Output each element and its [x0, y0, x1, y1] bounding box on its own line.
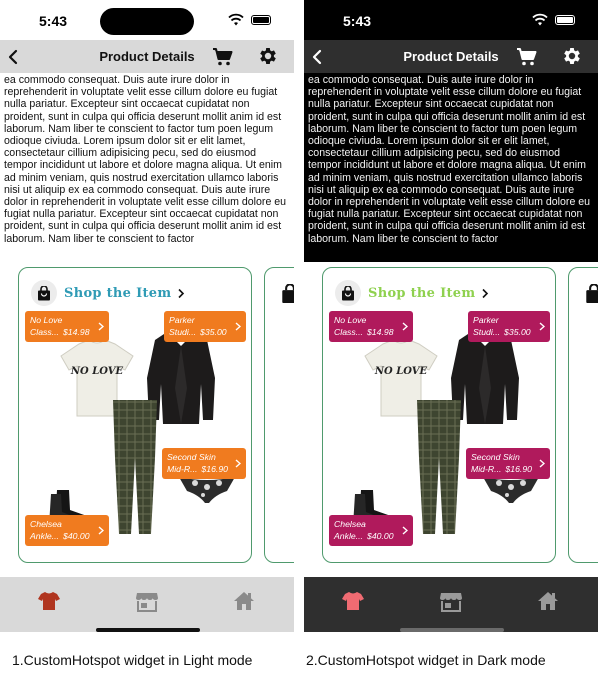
chevron-right-icon — [402, 526, 408, 535]
chevron-right-icon — [235, 322, 241, 331]
next-card-peek[interactable] — [568, 267, 598, 563]
hotspot-desc: Class... — [334, 326, 363, 337]
top-nav-bar: Product Details — [0, 40, 294, 73]
next-card-peek[interactable] — [264, 267, 294, 563]
wifi-icon — [228, 13, 244, 26]
hotspot-underwear[interactable]: Second Skin Mid-R... $16.90 — [466, 448, 550, 479]
bottom-tab-bar — [0, 577, 294, 632]
home-indicator[interactable] — [400, 628, 504, 632]
shopping-bag-icon — [31, 280, 57, 306]
home-icon[interactable] — [232, 589, 256, 613]
light-mode-caption: 1.CustomHotspot widget in Light mode — [12, 652, 253, 668]
chevron-right-icon — [539, 459, 545, 468]
chevron-right-icon — [482, 288, 489, 298]
hotspot-desc: Ankle... — [334, 530, 363, 541]
home-icon[interactable] — [536, 589, 560, 613]
hotspot-blazer[interactable]: Parker Studi... $35.00 — [468, 311, 550, 342]
hotspot-tshirt[interactable]: No Love Class... $14.98 — [25, 311, 109, 342]
tshirt-print-text: NO LOVE — [70, 366, 124, 377]
dynamic-island — [100, 8, 194, 35]
battery-icon — [251, 15, 271, 25]
hotspot-widget-area: Shop the Item NO LOVE No Love Class... $… — [0, 262, 294, 577]
hotspot-widget-area: Shop the Item NO LOVE No Love Class... $… — [304, 262, 598, 577]
hotspot-price: $16.90 — [201, 463, 228, 474]
status-time: 5:43 — [343, 13, 372, 29]
hotspot-desc: Studi... — [473, 326, 501, 337]
tshirt-print-text: NO LOVE — [374, 366, 428, 377]
hotspot-desc: Mid-R... — [167, 463, 198, 474]
hotspot-name: Second Skin — [167, 452, 216, 462]
product-description-text: ea commodo consequat. Duis aute irure do… — [304, 73, 598, 263]
light-mode-phone: 5:43 Product Details ea commodo consequa… — [0, 0, 294, 632]
hotspot-desc: Mid-R... — [471, 463, 502, 474]
cart-icon[interactable] — [516, 47, 538, 67]
shop-the-item-card[interactable]: Shop the Item NO LOVE No Love Class... $… — [322, 267, 556, 563]
shopping-bag-icon — [282, 284, 294, 303]
hotspot-underwear[interactable]: Second Skin Mid-R... $16.90 — [162, 448, 246, 479]
wifi-icon — [532, 13, 548, 26]
hotspot-name: Parker — [473, 315, 499, 325]
bottom-tab-bar — [304, 577, 598, 632]
dynamic-island — [404, 8, 498, 35]
shop-the-item-header[interactable]: Shop the Item — [335, 278, 489, 308]
chevron-right-icon — [98, 526, 104, 535]
status-bar: 5:43 — [304, 0, 598, 40]
shop-the-item-title: Shop the Item — [368, 285, 476, 301]
shopping-bag-icon — [335, 280, 361, 306]
hotspot-price: $14.98 — [62, 326, 90, 337]
hotspot-name: No Love — [30, 315, 63, 325]
status-bar: 5:43 — [0, 0, 294, 40]
dark-mode-caption: 2.CustomHotspot widget in Dark mode — [306, 652, 546, 668]
top-nav-bar: Product Details — [304, 40, 598, 73]
dark-mode-phone: 5:43 Product Details ea commodo consequa… — [304, 0, 598, 632]
hotspot-name: No Love — [334, 315, 367, 325]
hotspot-blazer[interactable]: Parker Studi... $35.00 — [164, 311, 246, 342]
store-icon[interactable] — [439, 589, 463, 613]
settings-gear-icon[interactable] — [257, 45, 279, 67]
shop-the-item-header[interactable]: Shop the Item — [31, 278, 185, 308]
hotspot-price: $35.00 — [504, 326, 531, 337]
chevron-right-icon — [402, 322, 408, 331]
page-title: Product Details — [403, 49, 499, 64]
product-description-text: ea commodo consequat. Duis aute irure do… — [0, 73, 294, 263]
page-title: Product Details — [99, 49, 195, 64]
shopping-bag-icon — [586, 284, 598, 303]
store-icon[interactable] — [135, 589, 159, 613]
chevron-right-icon — [539, 322, 545, 331]
cart-icon[interactable] — [212, 47, 234, 67]
hotspot-price: $40.00 — [62, 530, 90, 541]
hotspot-desc: Ankle... — [30, 530, 59, 541]
chevron-right-icon — [98, 322, 104, 331]
shop-the-item-title: Shop the Item — [64, 285, 172, 301]
hotspot-name: Second Skin — [471, 452, 520, 462]
hotspot-price: $16.90 — [505, 463, 532, 474]
hotspot-name: Chelsea — [334, 519, 366, 529]
hotspot-boots[interactable]: Chelsea Ankle... $40.00 — [25, 515, 109, 546]
hotspot-boots[interactable]: Chelsea Ankle... $40.00 — [329, 515, 413, 546]
shirt-icon[interactable] — [341, 589, 365, 613]
plaid-pants-image — [113, 400, 157, 534]
shirt-icon[interactable] — [37, 589, 61, 613]
hotspot-price: $35.00 — [200, 326, 227, 337]
hotspot-desc: Class... — [30, 326, 59, 337]
battery-icon — [555, 15, 575, 25]
settings-gear-icon[interactable] — [561, 45, 583, 67]
hotspot-desc: Studi... — [169, 326, 197, 337]
home-indicator[interactable] — [96, 628, 200, 632]
status-time: 5:43 — [39, 13, 68, 29]
shop-the-item-card[interactable]: Shop the Item NO LOVE No Love Class... $… — [18, 267, 252, 563]
hotspot-name: Chelsea — [30, 519, 62, 529]
plaid-pants-image — [417, 400, 461, 534]
hotspot-name: Parker — [169, 315, 195, 325]
hotspot-tshirt[interactable]: No Love Class... $14.98 — [329, 311, 413, 342]
hotspot-price: $40.00 — [366, 530, 394, 541]
chevron-right-icon — [235, 459, 241, 468]
hotspot-price: $14.98 — [366, 326, 394, 337]
chevron-right-icon — [178, 288, 185, 298]
